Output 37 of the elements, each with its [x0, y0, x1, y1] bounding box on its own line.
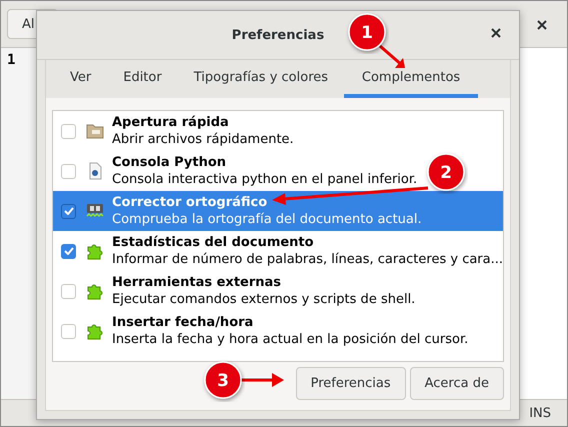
plugin-row[interactable]: Corrector ortográfico Comprueba la ortografía del documento actual.: [53, 191, 503, 231]
plugin-description: Ejecutar comandos externos y scripts de shell.: [112, 291, 416, 308]
checkbox[interactable]: [61, 244, 76, 258]
plugin-name: Consola Python: [112, 154, 226, 171]
annotation-marker: [348, 13, 386, 51]
plugin-name: Corrector ortográfico: [112, 194, 268, 211]
plugin-description: Inserta la fecha y hora actual en la posición del cursor.: [112, 331, 468, 348]
close-icon: [491, 28, 501, 38]
annotation-marker: [427, 153, 465, 191]
plugin-name: Herramientas externas: [112, 274, 282, 291]
about-button[interactable]: Acerca de: [410, 367, 504, 400]
tab[interactable]: Tipografías y colores: [178, 60, 344, 98]
folder-icon: [86, 123, 104, 139]
plugin-description: Informar de número de palabras, líneas, caracteres y cara...: [112, 251, 503, 268]
tab[interactable]: Ver: [54, 60, 108, 98]
annotation-number: 3: [217, 371, 229, 391]
plugin-name: Apertura rápida: [112, 114, 229, 131]
line-number: 1: [7, 52, 16, 68]
plugin-description: Consola interactiva python en el panel inferior.: [112, 171, 418, 188]
checkbox[interactable]: [61, 204, 76, 218]
annotation-arrow: [379, 44, 405, 68]
annotation-number: 1: [361, 23, 373, 43]
annotation-number: 2: [440, 163, 452, 183]
preferences-button[interactable]: Preferencias: [296, 367, 406, 400]
plugin-description: Abrir archivos rápidamente.: [112, 131, 294, 148]
dialog-title: Preferencias: [232, 28, 324, 42]
tab[interactable]: Editor: [107, 60, 178, 98]
annotation-arrow: [241, 373, 284, 387]
tab[interactable]: Complementos: [344, 60, 478, 98]
plugin-description: Comprueba la ortografía del documento actual.: [112, 211, 422, 228]
puzzle-icon: [86, 282, 104, 300]
spellcheck-icon: [86, 202, 104, 220]
insert-mode-indicator: INS: [529, 406, 551, 420]
puzzle-icon: [86, 322, 104, 340]
plugin-name: Insertar fecha/hora: [112, 314, 254, 331]
plugin-name: Estadísticas del documento: [112, 234, 314, 251]
puzzle-icon: [86, 242, 104, 260]
